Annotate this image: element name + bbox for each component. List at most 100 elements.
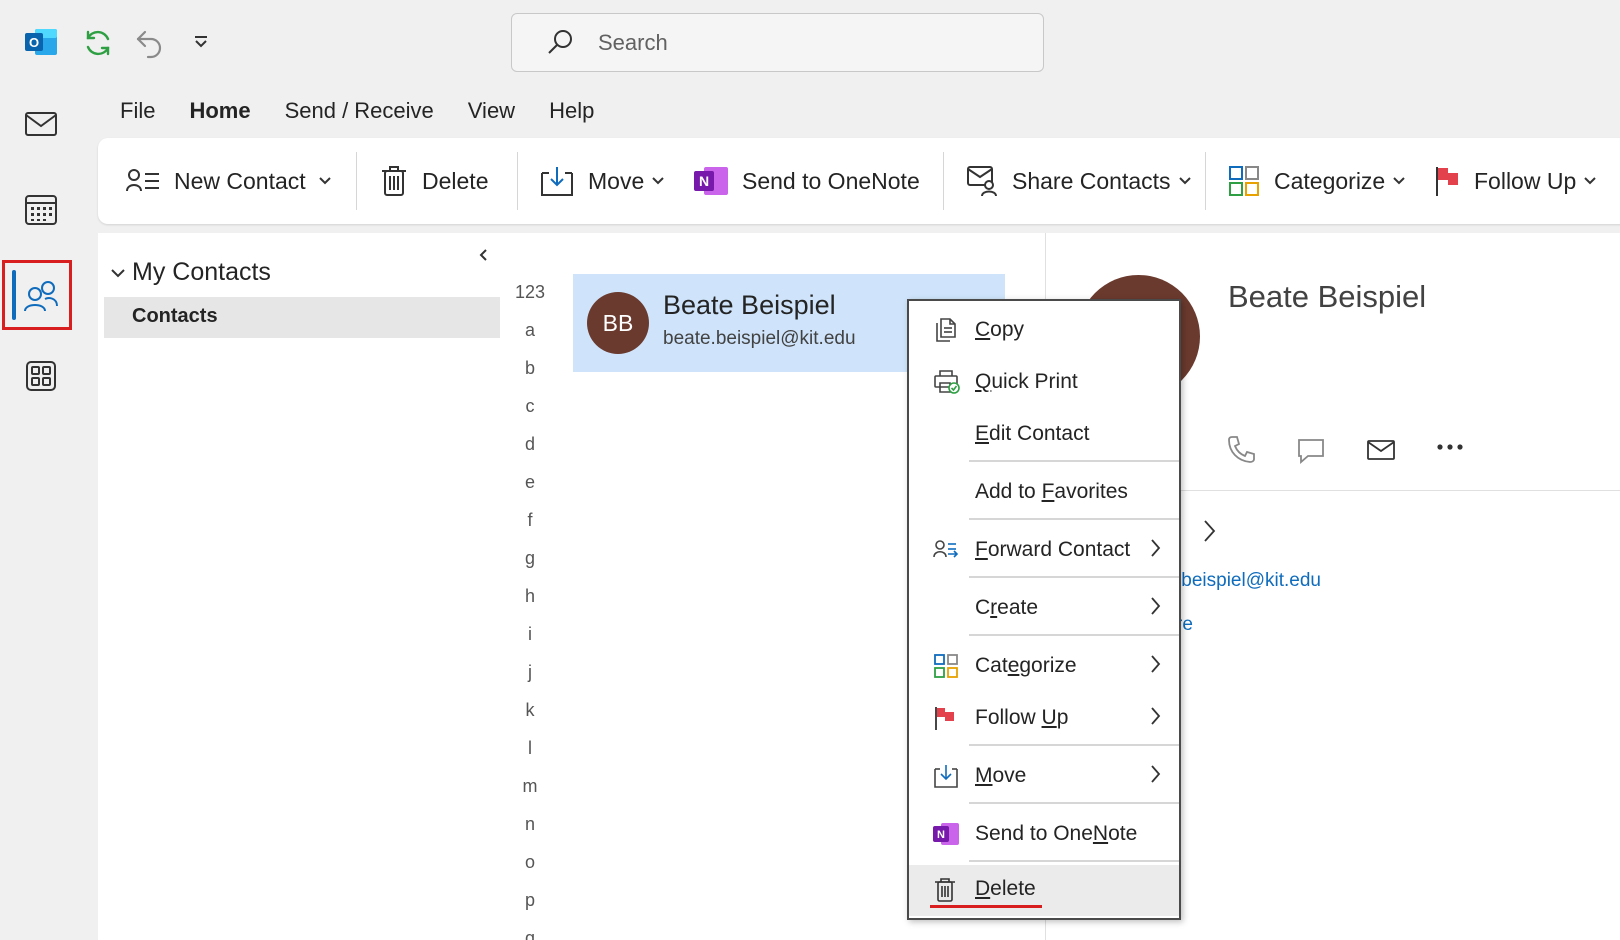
letter-index-item[interactable]: n [505, 814, 555, 835]
undo-icon[interactable] [134, 27, 164, 59]
more-icon[interactable] [1436, 442, 1464, 452]
tab-help[interactable]: Help [549, 98, 594, 138]
letter-index-item[interactable]: 123 [505, 282, 555, 303]
menu-item-label: Quick Print [975, 370, 1078, 393]
chevron-right-icon [1149, 595, 1161, 617]
move-icon [933, 763, 959, 789]
contact-email: beate.beispiel@kit.edu [663, 328, 856, 349]
mail-nav-button[interactable] [19, 102, 63, 146]
svg-text:O: O [29, 35, 39, 50]
folder-group-label: My Contacts [132, 258, 271, 286]
menu-item-edit-contact[interactable]: Edit Contact [909, 411, 1179, 457]
letter-index-item[interactable]: o [505, 852, 555, 873]
phone-icon[interactable] [1226, 434, 1256, 464]
categorize-icon [933, 653, 959, 679]
sync-icon[interactable] [82, 27, 114, 59]
chat-icon[interactable] [1296, 437, 1326, 465]
move-button[interactable]: Move [540, 138, 664, 224]
letter-index-item[interactable]: h [505, 586, 555, 607]
menu-item-move[interactable]: Move [909, 753, 1179, 799]
tab-send-receive[interactable]: Send / Receive [285, 98, 434, 138]
menu-item-send-to-onenote[interactable]: N Send to OneNote [909, 811, 1179, 857]
tab-view[interactable]: View [468, 98, 515, 138]
flag-icon [1434, 165, 1460, 197]
collapse-pane-icon[interactable] [478, 248, 488, 262]
flag-icon [933, 705, 959, 731]
letter-index-item[interactable]: a [505, 320, 555, 341]
move-label: Move [588, 167, 645, 194]
send-to-onenote-label: Send to OneNote [742, 167, 920, 194]
new-contact-button[interactable]: New Contact [126, 138, 306, 224]
letter-index-item[interactable]: f [505, 510, 555, 531]
new-contact-dropdown[interactable] [318, 138, 332, 224]
letter-index-item[interactable]: q [505, 928, 555, 940]
menu-item-follow-up[interactable]: Follow Up [909, 695, 1179, 741]
letter-index-item[interactable]: g [505, 548, 555, 569]
quick-print-icon [933, 369, 960, 395]
customize-toolbar-icon[interactable] [193, 35, 209, 49]
mail-icon [24, 111, 58, 137]
letter-index-item[interactable]: b [505, 358, 555, 379]
letter-index-item[interactable]: k [505, 700, 555, 721]
context-menu: Copy Quick Print Edit Contact Add to Fav… [907, 299, 1181, 920]
send-to-onenote-button[interactable]: N Send to OneNote [694, 138, 920, 224]
delete-icon [380, 165, 408, 197]
delete-button[interactable]: Delete [380, 138, 488, 224]
menu-item-quick-print[interactable]: Quick Print [909, 359, 1179, 405]
chevron-right-icon [1149, 763, 1161, 785]
delete-label: Delete [422, 167, 489, 194]
share-contacts-button[interactable]: Share Contacts [966, 138, 1191, 224]
tab-home[interactable]: Home [189, 98, 251, 142]
mail-icon[interactable] [1366, 439, 1396, 461]
chevron-down-icon [1178, 177, 1191, 185]
profile-name: Beate Beispiel [1228, 279, 1427, 314]
menu-item-label: Copy [975, 318, 1025, 341]
chevron-down-icon [318, 176, 332, 186]
outlook-logo-icon: O [25, 27, 57, 57]
people-nav-button[interactable] [19, 274, 63, 318]
svg-text:N: N [699, 173, 709, 189]
letter-index-item[interactable]: c [505, 396, 555, 417]
apps-nav-button[interactable] [19, 354, 63, 398]
letter-index-item[interactable]: d [505, 434, 555, 455]
avatar: BB [587, 292, 649, 354]
letter-index-item[interactable]: m [505, 776, 555, 797]
folder-item-contacts[interactable]: Contacts [104, 297, 500, 338]
search-box[interactable]: Search [511, 13, 1044, 72]
chevron-down-icon [110, 267, 126, 279]
menu-item-delete[interactable]: Delete [909, 865, 1179, 916]
move-icon [540, 165, 574, 197]
menu-item-add-to-favorites[interactable]: Add to Favorites [909, 469, 1179, 515]
menu-item-label: Edit Contact [975, 422, 1090, 445]
tab-file[interactable]: File [120, 98, 155, 138]
active-indicator [12, 270, 16, 320]
letter-index-item[interactable]: p [505, 890, 555, 911]
menu-item-label: Create [975, 596, 1039, 619]
folder-group-my-contacts[interactable]: My Contacts [110, 258, 271, 287]
menu-item-forward-contact[interactable]: Forward Contact [909, 527, 1179, 573]
chevron-right-icon [1149, 537, 1161, 559]
menu-item-label: Send to OneNote [975, 822, 1138, 845]
chevron-down-icon [652, 177, 664, 185]
menu-item-categorize[interactable]: Categorize [909, 643, 1179, 689]
letter-index-item[interactable]: i [505, 624, 555, 645]
contact-name: Beate Beispiel [663, 290, 836, 320]
menu-item-create[interactable]: Create [909, 585, 1179, 631]
categorize-button[interactable]: Categorize [1228, 138, 1405, 224]
letter-index-item[interactable]: e [505, 472, 555, 493]
letter-index-item[interactable]: j [505, 662, 555, 683]
chevron-right-icon[interactable] [1202, 519, 1216, 543]
search-placeholder: Search [598, 30, 668, 55]
follow-up-button[interactable]: Follow Up [1434, 138, 1596, 224]
categorize-label: Categorize [1274, 167, 1386, 194]
menu-item-label: Add to Favorites [975, 480, 1128, 503]
profile-email-link[interactable]: .beispiel@kit.edu [1176, 570, 1321, 592]
new-contact-icon [126, 169, 160, 193]
menu-item-label: Follow Up [975, 706, 1069, 729]
menu-item-copy[interactable]: Copy [909, 307, 1179, 353]
letter-index-item[interactable]: l [505, 738, 555, 759]
new-contact-label: New Contact [174, 167, 306, 194]
menu-item-label: Move [975, 764, 1027, 787]
share-contacts-icon [966, 165, 998, 197]
calendar-nav-button[interactable] [19, 187, 63, 231]
